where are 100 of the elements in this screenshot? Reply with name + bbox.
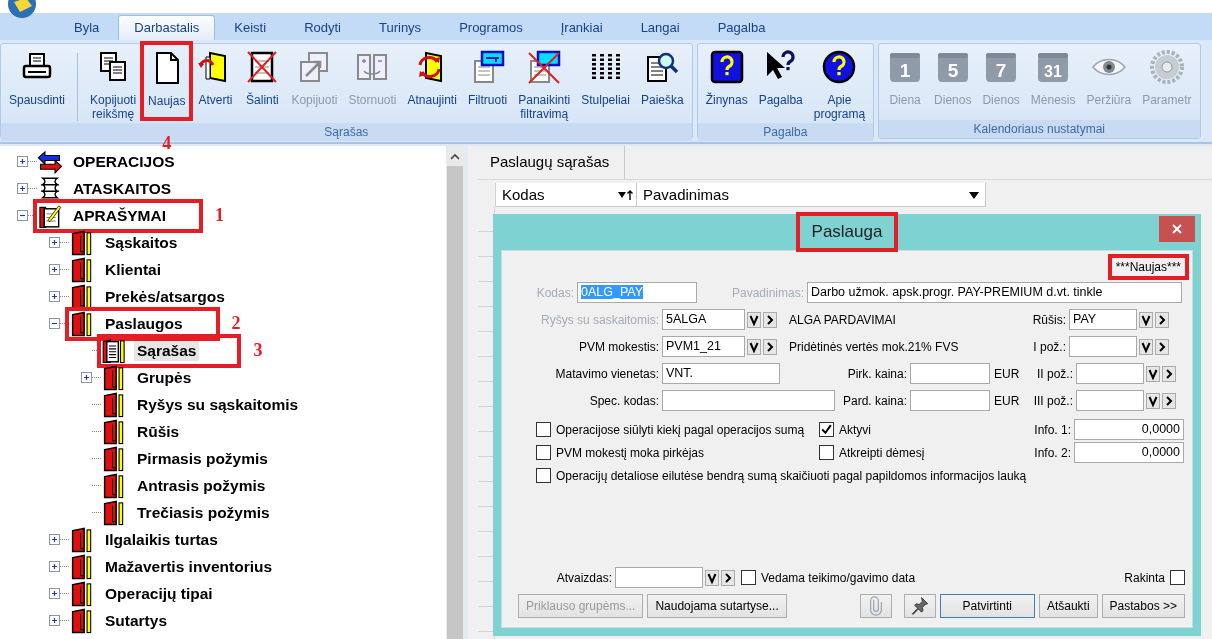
- checkbox-label: Operacijose siūlyti kiekį pagal operacijos sumą: [556, 422, 805, 437]
- checkbox[interactable]: [819, 422, 834, 437]
- ribbon-button[interactable]: Filtruoti: [463, 47, 512, 109]
- column-header[interactable]: Pavadinimas: [637, 183, 986, 207]
- text-field[interactable]: [910, 363, 990, 384]
- tree-item[interactable]: Grupės: [101, 364, 199, 391]
- scroll-up-icon: [449, 152, 461, 162]
- arrows-icon: [37, 148, 63, 175]
- ribbon-button[interactable]: Kopijuoti reikšmę: [86, 47, 141, 123]
- dropdown-icon: [1146, 365, 1160, 382]
- field-label: Kodas:: [535, 285, 575, 300]
- next-icon: [763, 338, 777, 355]
- field-label: III pož.:: [1032, 393, 1074, 408]
- next-icon: [1155, 311, 1169, 328]
- ribbon-button[interactable]: Panaikinti filtravimą: [514, 47, 575, 123]
- menu-tab[interactable]: Keisti: [215, 15, 286, 40]
- next-icon: [1162, 392, 1176, 409]
- combo-field[interactable]: PAY: [1069, 309, 1137, 330]
- ribbon-button[interactable]: Naujas: [143, 44, 191, 118]
- ribbon-button[interactable]: Šalinti: [240, 47, 285, 109]
- combo-field[interactable]: 5ALGA: [662, 309, 745, 330]
- text-field[interactable]: [910, 390, 990, 411]
- checkbox-label: Aktyvi: [839, 422, 871, 437]
- checkbox-label: Operacijų detaliose eilutėse bendrą sumą skaičiuoti pagal papildomos informacijos lauką: [556, 468, 1027, 483]
- menu-tab[interactable]: Įrankiai: [541, 15, 622, 40]
- dialog-button[interactable]: Patvirtinti: [939, 594, 1035, 618]
- checkbox[interactable]: [536, 445, 551, 460]
- tree-item[interactable]: Ryšys su sąskaitomis: [101, 391, 306, 418]
- tree-item[interactable]: Sąrašas: [101, 337, 238, 364]
- filter-sort-icon: [617, 188, 633, 201]
- tree-item[interactable]: Rūšis: [101, 418, 187, 445]
- ribbon-button[interactable]: Atnaujinti: [403, 47, 461, 109]
- checkbox-label: Rakinta: [1124, 570, 1165, 585]
- combo-field[interactable]: [1076, 390, 1144, 411]
- checkbox-label: Atkreipti dėmesį: [839, 445, 925, 460]
- field-label: Pard. kaina:: [841, 393, 908, 408]
- ribbon-button[interactable]: Spausdinti: [5, 47, 70, 109]
- next-icon: [1155, 338, 1169, 355]
- tree-item[interactable]: Antrasis požymis: [101, 472, 273, 499]
- text-field[interactable]: 0,0000: [1074, 442, 1184, 463]
- tree-item[interactable]: Ilgalaikis turtas: [69, 526, 225, 553]
- tree-item[interactable]: Prekės/atsargos: [69, 283, 232, 310]
- help-icon: [821, 49, 858, 85]
- icon-button[interactable]: [903, 594, 936, 618]
- tree-item[interactable]: Pirmasis požymis: [101, 445, 275, 472]
- group-label: Kalendoriaus nustatymai: [879, 120, 1200, 138]
- tree-item[interactable]: ATASKAITOS: [37, 175, 179, 202]
- text-field[interactable]: 0,0000: [1074, 419, 1184, 440]
- menu-tab[interactable]: Byla: [55, 15, 119, 40]
- tree-item[interactable]: Klientai: [69, 256, 168, 283]
- field-label: Pavadinimas:: [730, 285, 805, 300]
- dialog-button[interactable]: Naudojama sutartyse...: [647, 594, 787, 618]
- menu-tab[interactable]: Turinys: [360, 15, 441, 40]
- ribbon-button[interactable]: Atverti: [193, 47, 238, 109]
- dropdown-icon: [747, 338, 761, 355]
- ribbon-button[interactable]: Apie programą: [809, 47, 870, 123]
- tree-item[interactable]: Operacijų tipai: [69, 580, 220, 607]
- ribbon-button[interactable]: Paieška: [636, 47, 688, 109]
- panel-tab[interactable]: Paslaugų sąrašas: [478, 146, 626, 179]
- checkbox[interactable]: [1170, 570, 1185, 585]
- dialog-button[interactable]: Pastabos >>: [1101, 594, 1185, 618]
- tree-item[interactable]: OPERACIJOS: [37, 148, 182, 175]
- ribbon-button[interactable]: Žinynas: [701, 47, 752, 109]
- tree-item[interactable]: Mažavertis inventorius: [69, 553, 280, 580]
- help-icon: [708, 49, 745, 85]
- menu-tab[interactable]: Langai: [621, 15, 699, 40]
- checkbox[interactable]: [741, 570, 756, 585]
- ribbon-button[interactable]: Stulpeliai: [577, 47, 634, 109]
- field-text: EUR: [993, 393, 1021, 408]
- tree-item[interactable]: Sutartys: [69, 607, 175, 634]
- combo-field[interactable]: [615, 567, 703, 588]
- text-field[interactable]: [662, 390, 835, 411]
- combo-field[interactable]: PVM1_21: [662, 336, 745, 357]
- combo-field[interactable]: [1076, 363, 1144, 384]
- field-label: II pož.:: [1035, 366, 1074, 381]
- tree-item[interactable]: APRAŠYMAI: [37, 202, 199, 229]
- gear-icon: [1148, 49, 1185, 85]
- next-icon: [1162, 365, 1176, 382]
- menu-tab[interactable]: Darbastalis: [118, 15, 216, 40]
- text-field[interactable]: Darbo užmok. apsk.progr. PAY-PREMIUM d.vt. tinkle: [807, 282, 1182, 303]
- field-label: Info. 1:: [1033, 422, 1072, 437]
- checkbox[interactable]: [819, 445, 834, 460]
- checkbox[interactable]: [536, 468, 551, 483]
- column-header[interactable]: Kodas: [496, 183, 637, 207]
- field-label: Rūšis:: [1031, 312, 1067, 327]
- dialog-button[interactable]: Atšaukti: [1038, 594, 1098, 618]
- ribbon-button[interactable]: Pagalba: [754, 47, 807, 109]
- menu-tab[interactable]: Programos: [440, 15, 542, 40]
- callout-number: 3: [253, 340, 263, 361]
- tree-item[interactable]: Trečiasis požymis: [101, 499, 277, 526]
- text-field[interactable]: VNT.: [662, 363, 780, 384]
- tree-item[interactable]: Sąskaitos: [69, 229, 185, 256]
- next-icon: [721, 569, 735, 586]
- dropdown-icon: [747, 311, 761, 328]
- menu-tab[interactable]: Rodyti: [285, 15, 360, 40]
- combo-field[interactable]: [1069, 336, 1137, 357]
- checkbox[interactable]: [536, 422, 551, 437]
- callout-number: 2: [231, 313, 241, 334]
- tree-item[interactable]: Paslaugos: [69, 310, 216, 337]
- menu-tab[interactable]: Pagalba: [698, 15, 785, 40]
